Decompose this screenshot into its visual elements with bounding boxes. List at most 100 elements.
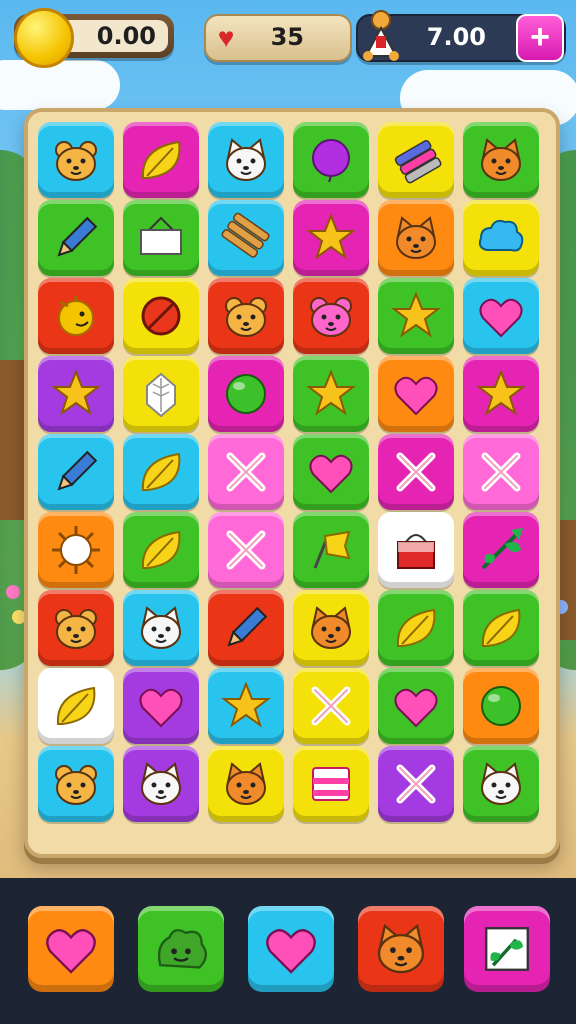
tile[interactable] <box>293 668 369 744</box>
tile[interactable] <box>123 278 199 354</box>
tile[interactable] <box>463 278 539 354</box>
heart-icon: ♥ <box>217 22 235 53</box>
tile[interactable] <box>123 668 199 744</box>
tile[interactable] <box>378 746 454 822</box>
tray-slot[interactable] <box>464 906 550 992</box>
leaf-icon <box>141 530 181 569</box>
tile[interactable] <box>38 434 114 510</box>
tile[interactable] <box>463 122 539 198</box>
plant-icon <box>481 528 523 570</box>
tile[interactable] <box>378 278 454 354</box>
sun-icon <box>52 526 100 574</box>
tile[interactable] <box>378 590 454 666</box>
tile[interactable] <box>378 122 454 198</box>
balloon-icon <box>312 139 350 183</box>
tile[interactable] <box>208 278 284 354</box>
tile[interactable] <box>463 356 539 432</box>
tile[interactable] <box>38 122 114 198</box>
tile[interactable] <box>293 122 369 198</box>
fox-face-icon <box>377 923 425 974</box>
slime-face-icon <box>157 929 207 969</box>
cross-icon <box>396 764 436 804</box>
bear-face-icon <box>225 297 267 337</box>
character-icon <box>363 10 399 61</box>
heart-icon <box>309 454 353 494</box>
tile[interactable] <box>38 200 114 276</box>
tile-grid <box>38 122 539 822</box>
tile[interactable] <box>378 434 454 510</box>
star-icon <box>51 369 101 416</box>
star-icon <box>306 213 356 260</box>
tile[interactable] <box>463 434 539 510</box>
tile[interactable] <box>123 590 199 666</box>
tray-slot[interactable] <box>248 906 334 992</box>
tile[interactable] <box>378 512 454 588</box>
tray-slot[interactable] <box>138 906 224 992</box>
tile[interactable] <box>123 434 199 510</box>
tile[interactable] <box>38 590 114 666</box>
tile[interactable] <box>38 668 114 744</box>
tile[interactable] <box>123 746 199 822</box>
tile[interactable] <box>38 512 114 588</box>
tile[interactable] <box>463 746 539 822</box>
leaf-icon <box>396 608 436 647</box>
game-board <box>24 108 560 858</box>
bag-icon <box>397 534 435 569</box>
fox-face-icon <box>226 762 266 805</box>
tile[interactable] <box>208 122 284 198</box>
bear-face-icon <box>55 765 97 805</box>
fox-face-icon <box>396 216 436 259</box>
tile[interactable] <box>38 278 114 354</box>
tile[interactable] <box>123 200 199 276</box>
tile[interactable] <box>208 590 284 666</box>
fox-face-icon <box>481 138 521 181</box>
tile[interactable] <box>208 512 284 588</box>
tile[interactable] <box>293 590 369 666</box>
tile[interactable] <box>463 200 539 276</box>
leaf-icon <box>56 686 96 725</box>
cat-face-icon <box>141 606 181 649</box>
tile[interactable] <box>293 200 369 276</box>
add-money-button[interactable]: + <box>516 14 564 62</box>
cloud-icon <box>478 219 524 252</box>
tile[interactable] <box>293 278 369 354</box>
heart-icon <box>266 929 316 974</box>
tile[interactable] <box>463 668 539 744</box>
lives-value: 35 <box>270 23 304 51</box>
tile[interactable] <box>293 356 369 432</box>
tile[interactable] <box>463 512 539 588</box>
flower <box>6 585 20 599</box>
tile[interactable] <box>293 512 369 588</box>
tile[interactable] <box>463 590 539 666</box>
tile[interactable] <box>38 746 114 822</box>
tile[interactable] <box>38 356 114 432</box>
heart-icon <box>46 929 96 974</box>
tray-slot[interactable] <box>28 906 114 992</box>
pencil-icon <box>57 216 98 257</box>
tile[interactable] <box>208 434 284 510</box>
cross-icon <box>481 452 521 492</box>
ball-icon <box>481 686 521 726</box>
tile[interactable] <box>378 356 454 432</box>
tray-slot[interactable] <box>358 906 444 992</box>
tile[interactable] <box>378 200 454 276</box>
tile[interactable] <box>293 434 369 510</box>
tile[interactable] <box>123 356 199 432</box>
tile[interactable] <box>208 200 284 276</box>
tile[interactable] <box>208 746 284 822</box>
tile[interactable] <box>378 668 454 744</box>
tile[interactable] <box>208 356 284 432</box>
cross-icon <box>226 530 266 570</box>
plant-card-icon <box>485 927 529 971</box>
cross-icon <box>311 686 351 726</box>
pencil-icon <box>227 606 268 647</box>
tile[interactable] <box>208 668 284 744</box>
tile[interactable] <box>293 746 369 822</box>
cat-face-icon <box>141 762 181 805</box>
tile[interactable] <box>123 512 199 588</box>
lives-counter: ♥ 35 <box>204 14 352 62</box>
leaf-icon <box>141 140 181 179</box>
coin-icon <box>14 8 74 68</box>
tile[interactable] <box>123 122 199 198</box>
gift-box-icon <box>312 767 350 801</box>
